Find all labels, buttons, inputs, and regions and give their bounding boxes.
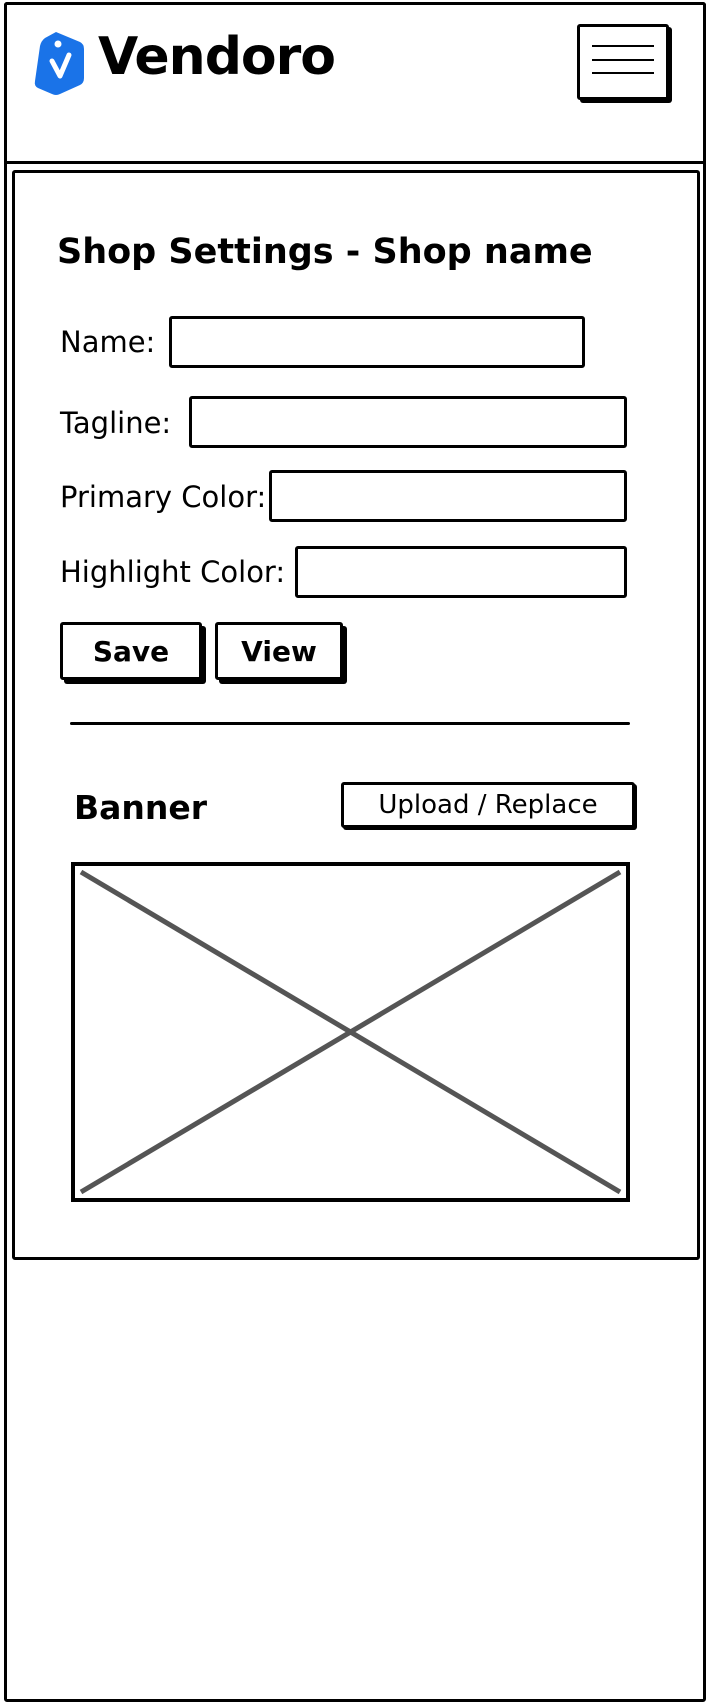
highlight-color-label: Highlight Color:	[60, 555, 286, 589]
banner-image-placeholder	[71, 862, 630, 1202]
view-button[interactable]: View	[215, 622, 343, 680]
name-label: Name:	[60, 325, 156, 359]
hamburger-menu-icon	[592, 45, 654, 47]
section-divider	[70, 722, 630, 725]
name-input[interactable]	[169, 316, 585, 368]
save-button[interactable]: Save	[60, 622, 202, 680]
brand-name: Vendoro	[98, 27, 336, 87]
primary-color-label: Primary Color:	[60, 480, 267, 514]
page-title: Shop Settings - Shop name	[57, 232, 593, 272]
highlight-color-input[interactable]	[295, 546, 627, 598]
hamburger-menu-icon	[592, 72, 654, 74]
upload-replace-button[interactable]: Upload / Replace	[341, 782, 635, 828]
primary-color-input[interactable]	[269, 470, 627, 522]
banner-heading: Banner	[74, 788, 208, 827]
tagline-input[interactable]	[189, 396, 627, 448]
price-tag-icon	[34, 30, 88, 96]
tagline-label: Tagline:	[60, 406, 172, 440]
menu-button[interactable]	[577, 24, 669, 100]
image-placeholder-icon	[79, 869, 622, 1195]
hamburger-menu-icon	[592, 59, 654, 61]
